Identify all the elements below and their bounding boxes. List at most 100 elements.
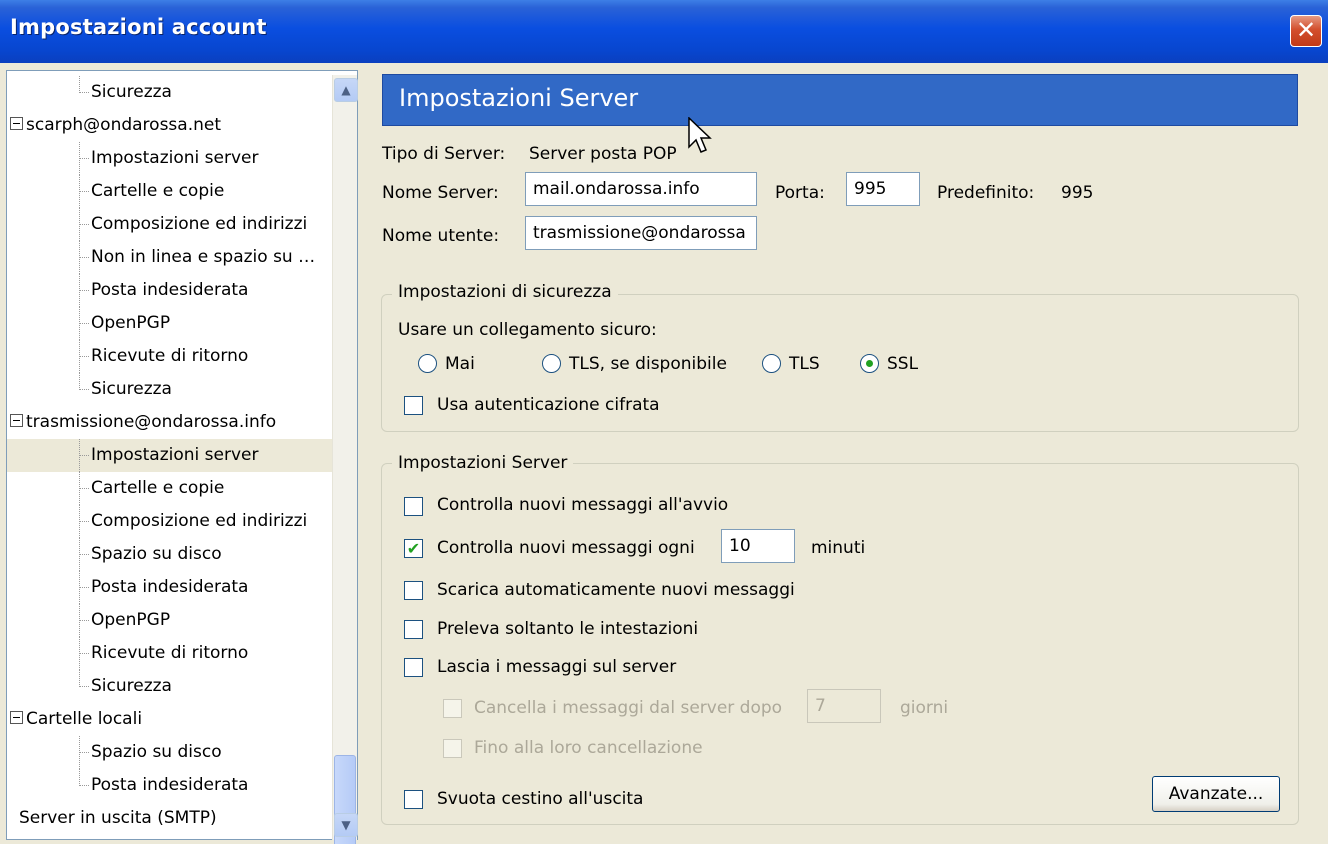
tree-item[interactable]: Spazio su disco [7,736,333,769]
tree-connector [79,455,89,456]
tree-item-label: Impostazioni server [91,445,259,465]
tree-connector [79,439,80,472]
mouse-cursor-icon [688,117,712,153]
tree-item-label: Posta indesiderata [91,775,249,795]
username-field[interactable]: trasmissione@ondarossa [525,216,757,250]
tree-connector [79,538,80,571]
tree-connector [79,158,89,159]
collapse-toggle-icon[interactable] [10,710,23,724]
tree-connector [79,637,80,670]
tree-connector [79,175,80,208]
check-every-label[interactable]: Controlla nuovi messaggi ogni [437,538,695,558]
tree-item[interactable]: Spazio su disco [7,538,333,571]
tree-item[interactable]: Posta indesiderata [7,769,333,802]
until-deleted-checkbox[interactable] [443,739,462,758]
days-label: giorni [900,698,949,718]
tree-item-label: Impostazioni server [91,148,259,168]
tree-item[interactable]: Cartelle locali [10,703,336,736]
tree-item[interactable]: OpenPGP [7,307,333,340]
username-label: Nome utente: [382,226,500,246]
radio-tls-if-available-label[interactable]: TLS, se disponibile [569,354,727,374]
tree-connector [79,274,80,307]
tree-item[interactable]: Non in linea e spazio su … [7,241,333,274]
tree-item[interactable]: Cartelle e copie [7,175,333,208]
server-settings-group [381,463,1299,825]
auto-download-checkbox[interactable] [404,581,423,600]
tree-item[interactable]: Posta indesiderata [7,571,333,604]
radio-mai[interactable] [418,354,437,373]
default-port-value: 995 [1061,183,1094,203]
delete-after-checkbox[interactable] [443,699,462,718]
auto-download-label[interactable]: Scarica automaticamente nuovi messaggi [437,580,795,600]
encrypted-auth-label[interactable]: Usa autenticazione cifrata [437,395,660,415]
tree-item[interactable]: OpenPGP [7,604,333,637]
tree-connector [79,290,89,291]
tree-scrollbar[interactable]: ▲ ▼ [332,75,358,844]
tree-item-label: Composizione ed indirizzi [91,214,308,234]
delete-after-label[interactable]: Cancella i messaggi dal server dopo [474,698,782,718]
server-name-field[interactable]: mail.ondarossa.info [525,172,757,206]
secure-connection-label: Usare un collegamento sicuro: [398,320,657,340]
radio-ssl-label[interactable]: SSL [887,354,918,374]
empty-trash-checkbox[interactable] [404,790,423,809]
close-button[interactable]: ✕ [1290,15,1322,47]
collapse-toggle-icon[interactable] [10,116,23,130]
tree-item[interactable]: Cartelle e copie [7,472,333,505]
tree-item-label: OpenPGP [91,313,171,333]
tree-item-label: Server in uscita (SMTP) [19,808,217,828]
scroll-down-button[interactable]: ▼ [334,813,358,837]
tree-item[interactable]: Posta indesiderata [7,274,333,307]
tree-item[interactable]: Sicurezza [7,373,333,406]
account-settings-window: Impostazioni account ✕ Sicurezza scarph@o… [0,0,1328,844]
headers-only-checkbox[interactable] [404,620,423,639]
empty-trash-label[interactable]: Svuota cestino all'uscita [437,789,643,809]
tree-connector [79,92,89,93]
tree-connector [79,356,89,357]
check-interval-field[interactable]: 10 [721,529,795,563]
check-startup-checkbox[interactable] [404,497,423,516]
tree-connector [79,736,80,769]
port-field[interactable]: 995 [846,172,920,206]
until-deleted-label[interactable]: Fino alla loro cancellazione [474,738,703,758]
tree-item-label: Sicurezza [91,676,172,696]
advanced-button[interactable]: Avanzate... [1152,776,1280,812]
tree-connector [79,505,80,538]
radio-tls[interactable] [762,354,781,373]
window-title: Impostazioni account [10,15,267,39]
tree-item[interactable]: Composizione ed indirizzi [7,208,333,241]
tree-item[interactable]: trasmissione@ondarossa.info [10,406,336,439]
scroll-up-button[interactable]: ▲ [334,78,358,102]
check-every-checkbox[interactable]: ✔ [404,539,423,558]
collapse-toggle-icon[interactable] [10,413,23,427]
tree-item-label: Ricevute di ritorno [91,346,249,366]
radio-tls-label[interactable]: TLS [789,354,820,374]
headers-only-label[interactable]: Preleva soltanto le intestazioni [437,619,698,639]
tree-item[interactable]: scarph@ondarossa.net [10,109,336,142]
tree-item[interactable]: Impostazioni server [7,142,333,175]
tree-item[interactable]: Composizione ed indirizzi [7,505,333,538]
delete-after-days-field[interactable]: 7 [807,689,881,723]
encrypted-auth-checkbox[interactable] [404,396,423,415]
tree-item-label: Sicurezza [91,379,172,399]
panel-header: Impostazioni Server [382,74,1298,126]
server-type-value: Server posta POP [529,144,677,164]
tree-item-label: trasmissione@ondarossa.info [26,412,277,432]
tree-item-label: Spazio su disco [91,544,222,564]
tree-item[interactable]: Sicurezza [7,670,333,703]
leave-on-server-checkbox[interactable] [404,658,423,677]
tree-item[interactable]: Ricevute di ritorno [7,637,333,670]
leave-on-server-label[interactable]: Lascia i messaggi sul server [437,657,676,677]
server-name-label: Nome Server: [382,183,499,203]
tree-connector [79,686,89,687]
tree-item[interactable]: Impostazioni server [7,439,333,472]
panel-title: Impostazioni Server [399,84,639,112]
check-startup-label[interactable]: Controlla nuovi messaggi all'avvio [437,495,728,515]
radio-mai-label[interactable]: Mai [445,354,475,374]
tree-item[interactable]: Sicurezza [7,76,333,109]
tree-connector [79,571,80,604]
tree-item[interactable]: Server in uscita (SMTP) [19,802,345,835]
radio-tls-if-available[interactable] [542,354,561,373]
tree-item[interactable]: Ricevute di ritorno [7,340,333,373]
radio-ssl[interactable] [860,354,879,373]
title-bar[interactable]: Impostazioni account ✕ [0,0,1328,63]
